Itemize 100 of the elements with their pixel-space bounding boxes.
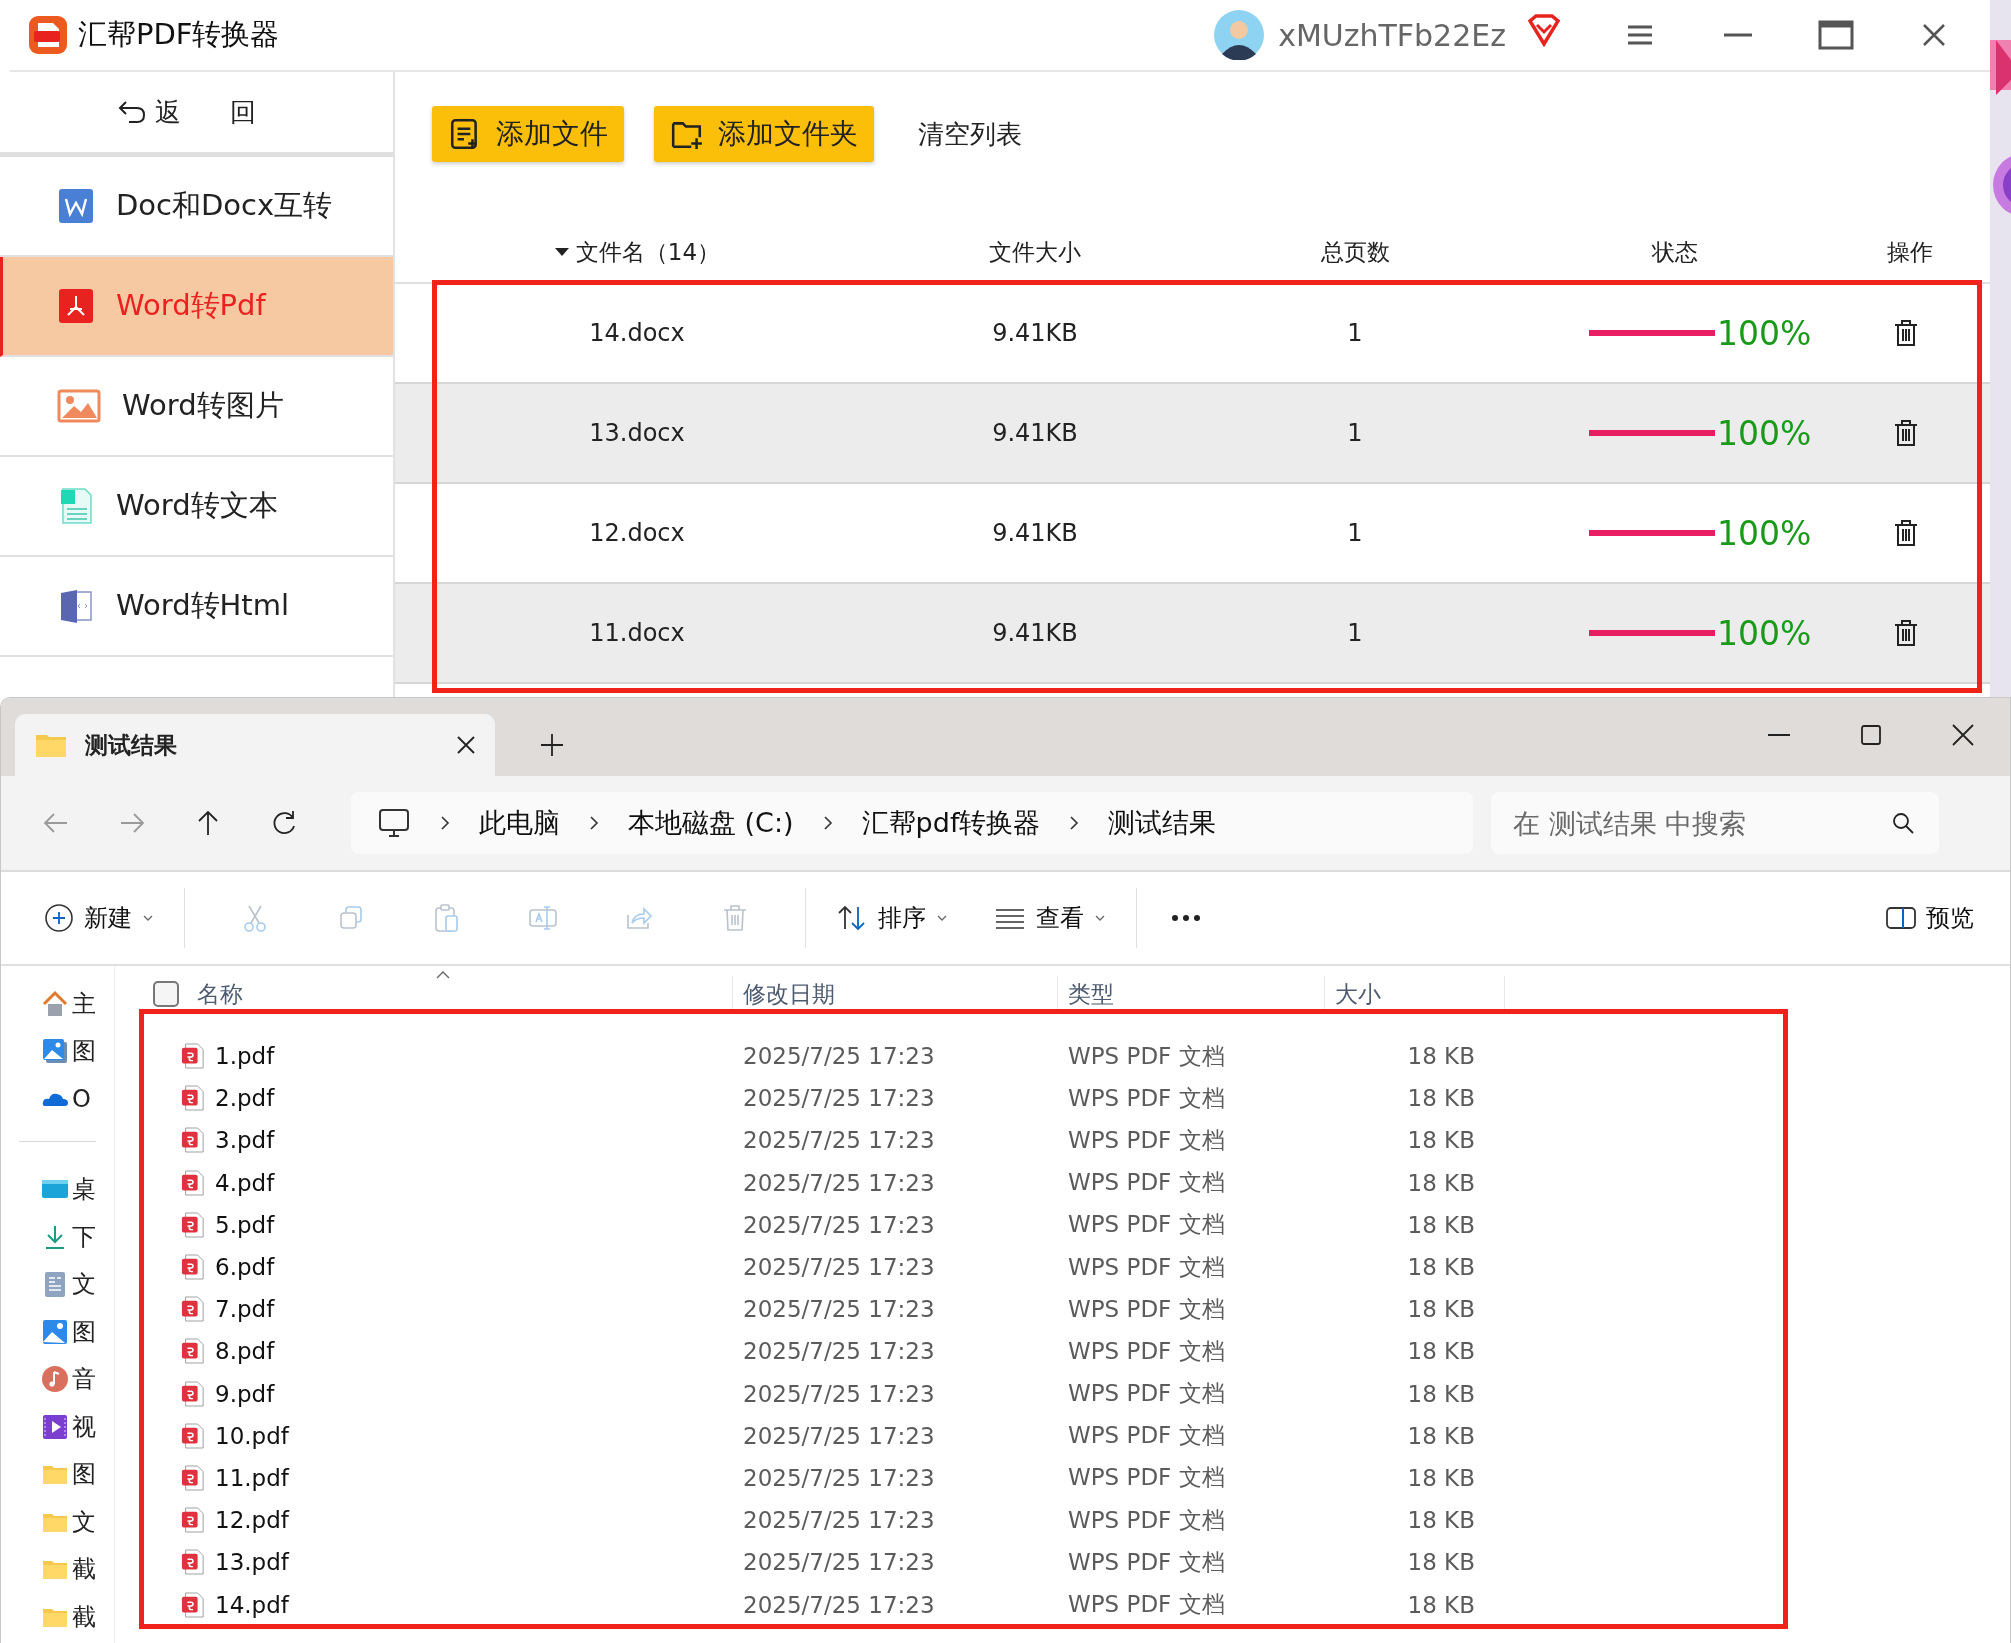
- modified-date: 2025/7/25 17:23: [742, 1507, 936, 1534]
- file-name[interactable]: 6.pdf: [215, 1254, 275, 1281]
- add-button[interactable]: 添加文件: [432, 106, 624, 162]
- nav-item[interactable]: 音: [72, 1363, 96, 1396]
- column-header[interactable]: 名称: [197, 978, 243, 1010]
- nav-item[interactable]: 桌: [72, 1173, 96, 1206]
- nav-item[interactable]: 文: [72, 1505, 96, 1538]
- file-name[interactable]: 10.pdf: [215, 1422, 289, 1449]
- nav-item[interactable]: O: [72, 1084, 91, 1113]
- file-name[interactable]: 4.pdf: [215, 1169, 275, 1196]
- back-arrow-icon[interactable]: [117, 99, 148, 125]
- search-field[interactable]: 在 测试结果 中搜索: [1491, 792, 1939, 854]
- new-tab-icon[interactable]: [539, 732, 565, 758]
- new-button[interactable]: 新建: [36, 894, 162, 942]
- app-title: 汇帮PDF转换器: [78, 16, 280, 53]
- more-icon[interactable]: [1171, 914, 1201, 922]
- pdf-file-icon: [181, 1337, 205, 1366]
- close-icon[interactable]: [455, 734, 477, 756]
- avatar-icon[interactable]: [1214, 10, 1265, 60]
- folder-tab[interactable]: 测试结果: [15, 714, 495, 776]
- preview-pane-icon: [1886, 907, 1916, 929]
- modified-date: 2025/7/25 17:23: [742, 1422, 936, 1449]
- sidebar-item[interactable]: Word转Html: [0, 557, 393, 657]
- diamond-heart-icon[interactable]: [1526, 13, 1562, 47]
- breadcrumb-item[interactable]: 本地磁盘 (C:): [628, 805, 794, 841]
- plus-circle-icon: [44, 903, 74, 933]
- file-name[interactable]: 13.pdf: [215, 1549, 289, 1576]
- address-bar[interactable]: 此电脑 本地磁盘 (C:) 汇帮pdf转换器 测试结果: [351, 792, 1473, 854]
- file-name[interactable]: 8.pdf: [215, 1338, 275, 1365]
- file-name[interactable]: 5.pdf: [215, 1211, 275, 1238]
- delete-icon[interactable]: [1893, 319, 1919, 347]
- file-type: WPS PDF 文档: [1067, 1547, 1226, 1577]
- nav-item[interactable]: 下: [72, 1220, 96, 1253]
- chevron-down-icon: [1094, 914, 1106, 922]
- nav-item[interactable]: 截: [72, 1600, 96, 1633]
- nav-item[interactable]: 图: [72, 1035, 96, 1068]
- column-header[interactable]: 类型: [1068, 978, 1114, 1010]
- breadcrumb-item[interactable]: 此电脑: [479, 805, 560, 841]
- file-type: WPS PDF 文档: [1067, 1083, 1226, 1113]
- file-name[interactable]: 11.pdf: [215, 1464, 289, 1491]
- nav-item[interactable]: 图: [72, 1315, 96, 1348]
- nav-item[interactable]: 截: [72, 1553, 96, 1586]
- delete-icon[interactable]: [1893, 419, 1919, 447]
- file-size: 18 KB: [1406, 1043, 1476, 1070]
- tab-title: 测试结果: [85, 730, 178, 760]
- pdf-file-icon: [181, 1590, 205, 1619]
- pdf-file-icon: [181, 1084, 205, 1113]
- sidebar-item-label: Doc和Docx互转: [116, 187, 333, 224]
- file-name[interactable]: 2.pdf: [215, 1085, 275, 1112]
- column-header: 总页数: [1320, 237, 1390, 267]
- file-name[interactable]: 12.pdf: [215, 1507, 289, 1534]
- add-button[interactable]: 添加文件夹: [654, 106, 874, 162]
- nav-item[interactable]: 主: [72, 987, 96, 1020]
- modified-date: 2025/7/25 17:23: [742, 1549, 936, 1576]
- page-count: 1: [1347, 319, 1363, 347]
- column-header[interactable]: 修改日期: [743, 978, 835, 1010]
- image-icon: [57, 387, 101, 425]
- computer-icon: [377, 806, 411, 840]
- nav-item[interactable]: 视: [72, 1410, 96, 1443]
- delete-icon[interactable]: [1893, 519, 1919, 547]
- sort-button[interactable]: 排序: [828, 894, 956, 942]
- sidebar-item-label: Word转文本: [116, 487, 278, 524]
- sidebar-item[interactable]: Word转文本: [0, 457, 393, 557]
- sidebar-item[interactable]: Word转图片: [0, 357, 393, 457]
- column-header[interactable]: 文件名（14）: [575, 236, 721, 268]
- file-type: WPS PDF 文档: [1067, 1125, 1226, 1155]
- delete-icon[interactable]: [1893, 619, 1919, 647]
- list-view-icon: [994, 906, 1026, 930]
- back-button[interactable]: 返 回: [155, 94, 276, 130]
- breadcrumb-item[interactable]: 汇帮pdf转换器: [861, 805, 1041, 841]
- clear-list-link[interactable]: 清空列表: [918, 116, 1022, 152]
- file-type: WPS PDF 文档: [1067, 1590, 1226, 1620]
- file-size: 18 KB: [1406, 1254, 1476, 1281]
- select-all-checkbox[interactable]: [153, 981, 179, 1007]
- file-name[interactable]: 14.pdf: [215, 1591, 289, 1618]
- file-name[interactable]: 7.pdf: [215, 1296, 275, 1323]
- pdf-file-icon: [181, 1463, 205, 1492]
- modified-date: 2025/7/25 17:23: [742, 1464, 936, 1491]
- username[interactable]: xMUzhTFb22Ez: [1278, 17, 1506, 53]
- nav-item[interactable]: 图: [72, 1458, 96, 1491]
- music-icon: [41, 1365, 69, 1394]
- modified-date: 2025/7/25 17:23: [742, 1591, 936, 1618]
- column-header: 状态: [1652, 237, 1698, 267]
- modified-date: 2025/7/25 17:23: [742, 1085, 936, 1112]
- breadcrumb-item[interactable]: 测试结果: [1108, 805, 1217, 841]
- nav-item[interactable]: 文: [72, 1268, 96, 1301]
- pdf-file-icon: [181, 1506, 205, 1535]
- preview-button[interactable]: 预览: [1878, 894, 1982, 942]
- pdf-file-icon: [181, 1295, 205, 1324]
- column-header[interactable]: 大小: [1335, 978, 1381, 1010]
- file-size: 18 KB: [1406, 1085, 1476, 1112]
- file-name[interactable]: 3.pdf: [215, 1127, 275, 1154]
- pdf-file-icon: [181, 1548, 205, 1577]
- file-type: WPS PDF 文档: [1067, 1294, 1226, 1324]
- file-name[interactable]: 9.pdf: [215, 1380, 275, 1407]
- sort-down-icon[interactable]: [553, 246, 570, 258]
- file-name[interactable]: 1.pdf: [215, 1043, 275, 1070]
- column-header: 操作: [1887, 237, 1933, 267]
- progress-percent: 100%: [1717, 513, 1812, 553]
- view-button[interactable]: 查看: [986, 894, 1114, 942]
